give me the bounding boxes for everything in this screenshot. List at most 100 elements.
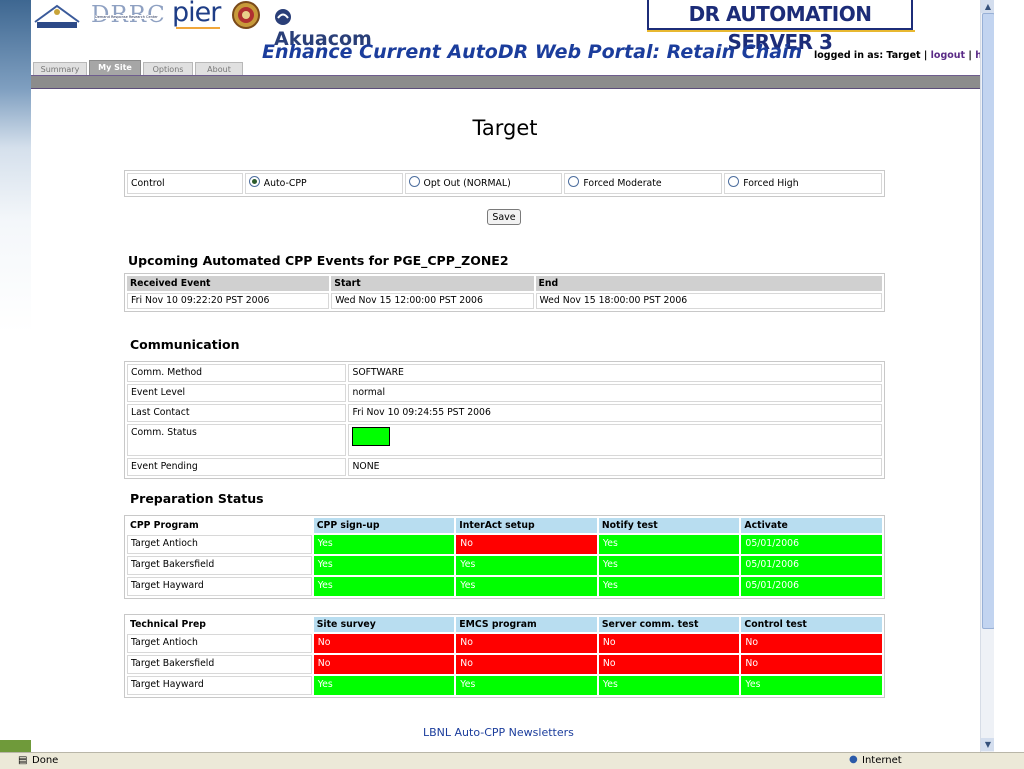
login-separator: |	[968, 50, 972, 61]
tab-my-site[interactable]: My Site	[89, 60, 141, 76]
drrc-logo: DRRC Demand Response Research Center	[91, 4, 167, 32]
comm-label: Event Level	[127, 384, 347, 402]
site-name: Target Bakersfield	[127, 655, 312, 674]
status-cell: No	[598, 634, 740, 653]
comm-label: Comm. Status	[127, 424, 347, 456]
communication-heading: Communication	[130, 337, 240, 352]
scroll-up-icon[interactable]: ▲	[981, 0, 995, 13]
column-header: Site survey	[313, 617, 455, 632]
radio-option-forced-high[interactable]: Forced High	[724, 173, 882, 194]
tab-summary[interactable]: Summary	[33, 62, 87, 76]
window-margin	[994, 0, 1024, 752]
control-table: Control Auto-CPP Opt Out (NORMAL) Forced…	[124, 170, 885, 197]
slide-title: Enhance Current AutoDR Web Portal: Retai…	[262, 41, 803, 63]
communication-table: Comm. Method SOFTWARE Event Level normal…	[124, 361, 885, 479]
status-cell: Yes	[598, 577, 740, 596]
browser-status-bar: ▤ Done ● Internet	[0, 752, 1024, 769]
column-header: EMCS program	[456, 617, 597, 632]
column-header: InterAct setup	[456, 518, 597, 533]
login-status: logged in as: Target | logout | help	[814, 50, 980, 61]
pier-wordmark: pier	[172, 0, 221, 28]
radio-empty-icon[interactable]	[408, 176, 420, 187]
radio-label: Forced Moderate	[583, 178, 662, 189]
logout-link[interactable]: logout	[931, 50, 965, 61]
comm-value: SOFTWARE	[348, 364, 882, 382]
table-row: Target Antioch Yes No Yes 05/01/2006	[127, 535, 882, 554]
status-cell: 05/01/2006	[741, 577, 882, 596]
table-row: Comm. Method SOFTWARE	[127, 364, 882, 382]
radio-option-auto-cpp[interactable]: Auto-CPP	[244, 173, 403, 194]
radio-empty-icon[interactable]	[728, 176, 740, 187]
status-cell: Yes	[313, 577, 455, 596]
cpp-header-row: CPP Program CPP sign-up InterAct setup N…	[127, 518, 882, 533]
event-end: Wed Nov 15 18:00:00 PST 2006	[535, 293, 882, 309]
status-cell: Yes	[313, 556, 455, 575]
vertical-scrollbar[interactable]: ▲ ▼	[980, 0, 995, 752]
table-row: Event Pending NONE	[127, 458, 882, 476]
status-cell: Yes	[598, 535, 740, 554]
column-header: Technical Prep	[127, 617, 312, 632]
slide-left-decoration	[0, 0, 31, 740]
drrc-subtitle: Demand Response Research Center	[95, 15, 158, 19]
login-label: logged in as: Target |	[814, 50, 928, 61]
akuacom-logo: Akuacom	[274, 6, 376, 50]
column-header: End	[535, 276, 882, 291]
table-row: Last Contact Fri Nov 10 09:24:55 PST 200…	[127, 404, 882, 422]
newsletter-link[interactable]: LBNL Auto-CPP Newsletters	[423, 726, 574, 739]
radio-option-forced-moderate[interactable]: Forced Moderate	[564, 173, 723, 194]
radio-option-opt-out[interactable]: Opt Out (NORMAL)	[404, 173, 563, 194]
column-header: CPP sign-up	[313, 518, 455, 533]
comm-value: NONE	[348, 458, 882, 476]
site-name: Target Hayward	[127, 577, 312, 596]
slide-corner-accent	[0, 740, 31, 752]
event-received: Fri Nov 10 09:22:20 PST 2006	[127, 293, 330, 309]
page-title: Target	[472, 116, 538, 140]
status-cell: No	[598, 655, 740, 674]
control-label: Control	[127, 173, 243, 194]
status-cell: No	[313, 655, 455, 674]
comm-label: Comm. Method	[127, 364, 347, 382]
site-name: Target Bakersfield	[127, 556, 312, 575]
table-row: Fri Nov 10 09:22:20 PST 2006 Wed Nov 15 …	[127, 293, 882, 309]
tab-options[interactable]: Options	[143, 62, 193, 76]
pier-logo: pier	[172, 0, 224, 31]
table-row: Target Antioch No No No No	[127, 634, 882, 653]
table-row: Target Hayward Yes Yes Yes 05/01/2006	[127, 577, 882, 596]
column-header: Server comm. test	[598, 617, 740, 632]
status-cell: No	[313, 634, 455, 653]
technical-prep-table: Technical Prep Site survey EMCS program …	[124, 614, 885, 698]
events-table: Received Event Start End Fri Nov 10 09:2…	[124, 273, 885, 312]
status-cell: No	[741, 655, 882, 674]
status-cell: Yes	[456, 676, 597, 695]
status-cell: Yes	[313, 535, 455, 554]
site-name: Target Antioch	[127, 634, 312, 653]
status-cell: No	[456, 634, 597, 653]
event-start: Wed Nov 15 12:00:00 PST 2006	[331, 293, 534, 309]
comm-label: Event Pending	[127, 458, 347, 476]
column-header: Control test	[741, 617, 882, 632]
column-header: Notify test	[598, 518, 740, 533]
table-row: Target Bakersfield No No No No	[127, 655, 882, 674]
save-button[interactable]: Save	[487, 209, 521, 225]
status-cell: Yes	[456, 556, 597, 575]
table-row: Comm. Status	[127, 424, 882, 456]
comm-value: normal	[348, 384, 882, 402]
column-header: Received Event	[127, 276, 330, 291]
preparation-heading: Preparation Status	[130, 491, 264, 506]
comm-status-indicator	[352, 427, 391, 446]
lbnl-logo	[33, 0, 81, 30]
radio-label: Forced High	[743, 178, 799, 189]
state-seal-icon	[229, 0, 263, 30]
status-cell: No	[741, 634, 882, 653]
status-cell: 05/01/2006	[741, 535, 882, 554]
status-cell: Yes	[741, 676, 882, 695]
comm-value	[348, 424, 882, 456]
radio-empty-icon[interactable]	[568, 176, 580, 187]
tab-about[interactable]: About	[195, 62, 243, 76]
table-row: Target Hayward Yes Yes Yes Yes	[127, 676, 882, 695]
radio-selected-icon[interactable]	[248, 176, 260, 187]
scroll-down-icon[interactable]: ▼	[981, 738, 995, 751]
tech-header-row: Technical Prep Site survey EMCS program …	[127, 617, 882, 632]
status-cell: Yes	[313, 676, 455, 695]
radio-label: Auto-CPP	[263, 178, 307, 189]
